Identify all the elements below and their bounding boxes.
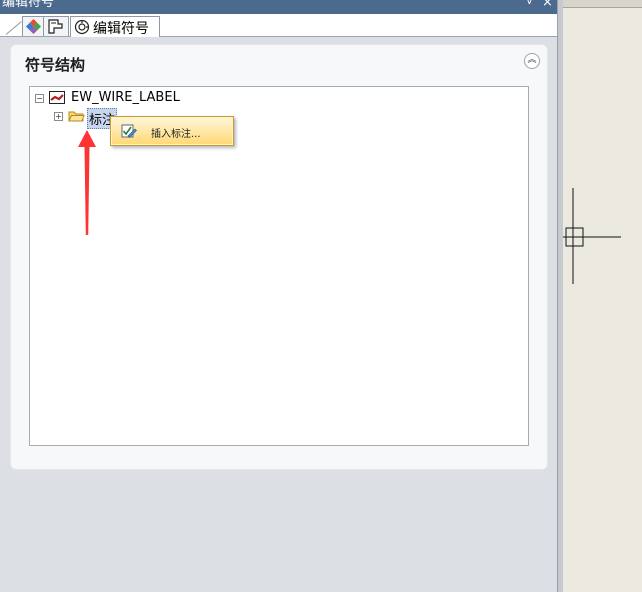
pin-icon[interactable]: ᐁ bbox=[526, 0, 533, 7]
folder-icon bbox=[68, 108, 85, 127]
collapse-root-icon[interactable]: − bbox=[35, 94, 44, 103]
tab-palette[interactable] bbox=[22, 16, 44, 36]
double-chevron-up-icon[interactable]: ︽ bbox=[524, 53, 540, 69]
panel-title: 符号结构 bbox=[25, 56, 86, 74]
window-title-bar: 编辑符号 ᐁ × bbox=[0, 0, 557, 14]
tab-edit-symbol-label: 编辑符号 bbox=[93, 21, 149, 37]
symbol-tree[interactable]: − EW_WIRE_LABEL + 标注 bbox=[29, 86, 529, 446]
red-arrow-annotation bbox=[74, 130, 100, 240]
tab-properties[interactable] bbox=[43, 16, 69, 36]
context-menu: 插入标注... bbox=[110, 116, 234, 146]
tab-divider bbox=[5, 21, 22, 35]
check-pencil-icon bbox=[119, 123, 137, 143]
sheet-flag-icon bbox=[47, 19, 63, 38]
color-diamond-icon bbox=[26, 19, 41, 38]
crosshair-cursor-icon bbox=[563, 188, 642, 292]
tab-strip: 编辑符号 bbox=[0, 14, 557, 37]
expand-child-icon[interactable]: + bbox=[54, 112, 63, 121]
symbol-edit-icon bbox=[74, 19, 90, 39]
menu-item-label: 插入标注... bbox=[151, 129, 201, 140]
drawing-canvas[interactable] bbox=[563, 0, 642, 592]
tree-root-label[interactable]: EW_WIRE_LABEL bbox=[71, 90, 180, 105]
window-title: 编辑符号 bbox=[2, 0, 55, 10]
close-icon[interactable]: × bbox=[542, 0, 553, 10]
wire-label-icon bbox=[49, 90, 67, 109]
symbol-structure-panel: 符号结构 ︽ − EW_WIRE_LABEL + 标注 bbox=[10, 44, 548, 470]
menu-item-insert-annotation[interactable]: 插入标注... bbox=[112, 118, 232, 144]
tab-edit-symbol[interactable]: 编辑符号 bbox=[70, 16, 160, 37]
canvas-tab-edge bbox=[563, 0, 642, 8]
